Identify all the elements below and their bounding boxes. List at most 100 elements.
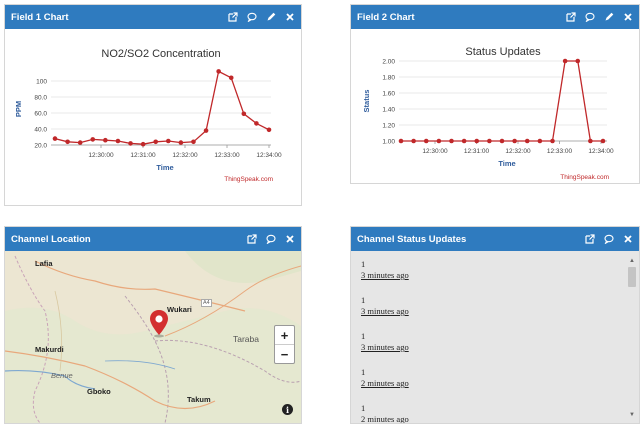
y-tick-label: 1.60 [382, 91, 395, 98]
data-point [165, 138, 171, 144]
map-label-lafia: Lafia [35, 259, 53, 268]
data-point [241, 111, 247, 117]
status-time-link[interactable]: 2 minutes ago [361, 414, 629, 423]
channel-location-widget: Channel Location Lafia Wukari A4 Makurdi… [4, 226, 302, 424]
channel-status-widget: Channel Status Updates 1 3 minutes ago 1… [350, 226, 640, 424]
chart-credit: ThingSpeak.com [224, 176, 273, 183]
data-point [600, 138, 606, 144]
status-time-link[interactable]: 3 minutes ago [361, 342, 629, 353]
data-point [153, 139, 159, 145]
map-label-taraba: Taraba [233, 334, 259, 344]
info-icon[interactable]: i [282, 404, 293, 415]
external-link-icon[interactable] [566, 12, 576, 22]
comment-icon[interactable] [585, 12, 595, 22]
status-value: 1 [361, 367, 366, 377]
comment-icon[interactable] [604, 234, 614, 244]
field2-chart-header: Field 2 Chart [351, 5, 639, 29]
zoom-in-button[interactable]: + [275, 326, 294, 344]
map-label-benue: Benue [51, 371, 73, 380]
map-zoom-control: + − [274, 325, 295, 364]
status-value: 1 [361, 331, 366, 341]
chart-title: Status Updates [465, 46, 541, 58]
field2-chart-title: Field 2 Chart [357, 11, 415, 23]
x-tick-label: 12:33:00 [547, 148, 573, 155]
data-point [411, 138, 416, 144]
data-point [575, 58, 581, 64]
scroll-down-icon[interactable]: ▼ [627, 411, 637, 419]
data-point [228, 75, 234, 81]
field1-chart-widget: Field 1 Chart NO2/SO2 Concentration 20.0 4… [4, 4, 302, 206]
data-point [90, 137, 96, 142]
close-icon[interactable] [285, 234, 295, 244]
status-time-link[interactable]: 3 minutes ago [361, 306, 629, 317]
channel-status-title: Channel Status Updates [357, 233, 467, 245]
status-value: 1 [361, 403, 366, 413]
data-point [77, 140, 83, 145]
data-point [588, 138, 593, 144]
scrollbar[interactable]: ▲ ▼ [627, 257, 637, 419]
y-tick-label: 1.40 [382, 107, 395, 114]
y-tick-label: 1.80 [382, 75, 395, 82]
status-update-list[interactable]: 1 3 minutes ago 1 3 minutes ago 1 3 minu… [351, 251, 639, 423]
external-link-icon[interactable] [585, 234, 595, 244]
data-point [423, 138, 429, 144]
field1-chart-header: Field 1 Chart [5, 5, 301, 29]
comment-icon[interactable] [266, 234, 276, 244]
field2-chart-widget: Field 2 Chart Status Updates 1.00 1.20 1.40… [350, 4, 640, 184]
x-tick-label: 12:34:00 [588, 148, 614, 155]
series-line [54, 70, 270, 145]
y-tick-label: 20.0 [34, 143, 47, 150]
data-point [254, 121, 259, 126]
close-icon[interactable] [623, 234, 633, 244]
no2-so2-line-chart: NO2/SO2 Concentration 20.0 40.0 60.0 80.0 100… [14, 48, 282, 183]
external-link-icon[interactable] [247, 234, 257, 244]
data-point [52, 136, 58, 141]
x-tick-label: 12:31:00 [130, 152, 156, 159]
external-link-icon[interactable] [228, 12, 238, 22]
y-tick-label: 100 [36, 79, 47, 86]
x-tick-label: 12:34:00 [256, 152, 282, 159]
status-value: 1 [361, 259, 366, 269]
y-tick-label: 1.00 [382, 139, 395, 146]
location-pin-icon[interactable] [149, 310, 169, 338]
status-value: 1 [361, 295, 366, 305]
pencil-icon[interactable] [604, 12, 614, 22]
data-point [140, 141, 146, 147]
pencil-icon[interactable] [266, 12, 276, 22]
x-tick-label: 12:32:00 [505, 148, 531, 155]
x-axis-label: Time [156, 163, 173, 172]
data-point [178, 140, 184, 145]
map-label-wukari: Wukari [167, 305, 192, 314]
list-item: 1 2 minutes ago [361, 403, 629, 423]
data-point [474, 138, 480, 144]
data-point [537, 138, 543, 144]
x-tick-label: 12:30:00 [422, 148, 448, 155]
field1-chart-title: Field 1 Chart [11, 11, 69, 23]
zoom-out-button[interactable]: − [275, 344, 294, 363]
data-point [128, 141, 133, 146]
close-icon[interactable] [623, 12, 633, 22]
x-tick-label: 12:31:00 [464, 148, 490, 155]
x-axis-label: Time [498, 159, 515, 168]
y-tick-label: 80.0 [34, 95, 47, 102]
channel-location-header: Channel Location [5, 227, 301, 251]
status-time-link[interactable]: 2 minutes ago [361, 378, 629, 389]
status-updates-line-chart: Status Updates 1.00 1.20 1.40 1.60 1.80 2.00 12… [362, 46, 614, 181]
status-time-link[interactable]: 3 minutes ago [361, 270, 629, 281]
map-label-takum: Takum [187, 395, 211, 404]
y-tick-label: 40.0 [34, 127, 47, 134]
close-icon[interactable] [285, 12, 295, 22]
location-map[interactable]: Lafia Wukari A4 Makurdi Taraba Benue Gbo… [5, 251, 301, 423]
y-axis-label: Status [362, 90, 371, 113]
scroll-thumb[interactable] [628, 267, 636, 287]
data-point [266, 127, 272, 133]
channel-status-header: Channel Status Updates [351, 227, 639, 251]
scroll-up-icon[interactable]: ▲ [627, 257, 637, 265]
chart-title: NO2/SO2 Concentration [101, 48, 220, 60]
list-item: 1 3 minutes ago [361, 331, 629, 353]
y-tick-label: 1.20 [382, 123, 395, 130]
data-point [449, 138, 454, 144]
data-point [550, 138, 555, 144]
comment-icon[interactable] [247, 12, 257, 22]
x-tick-label: 12:32:00 [172, 152, 198, 159]
